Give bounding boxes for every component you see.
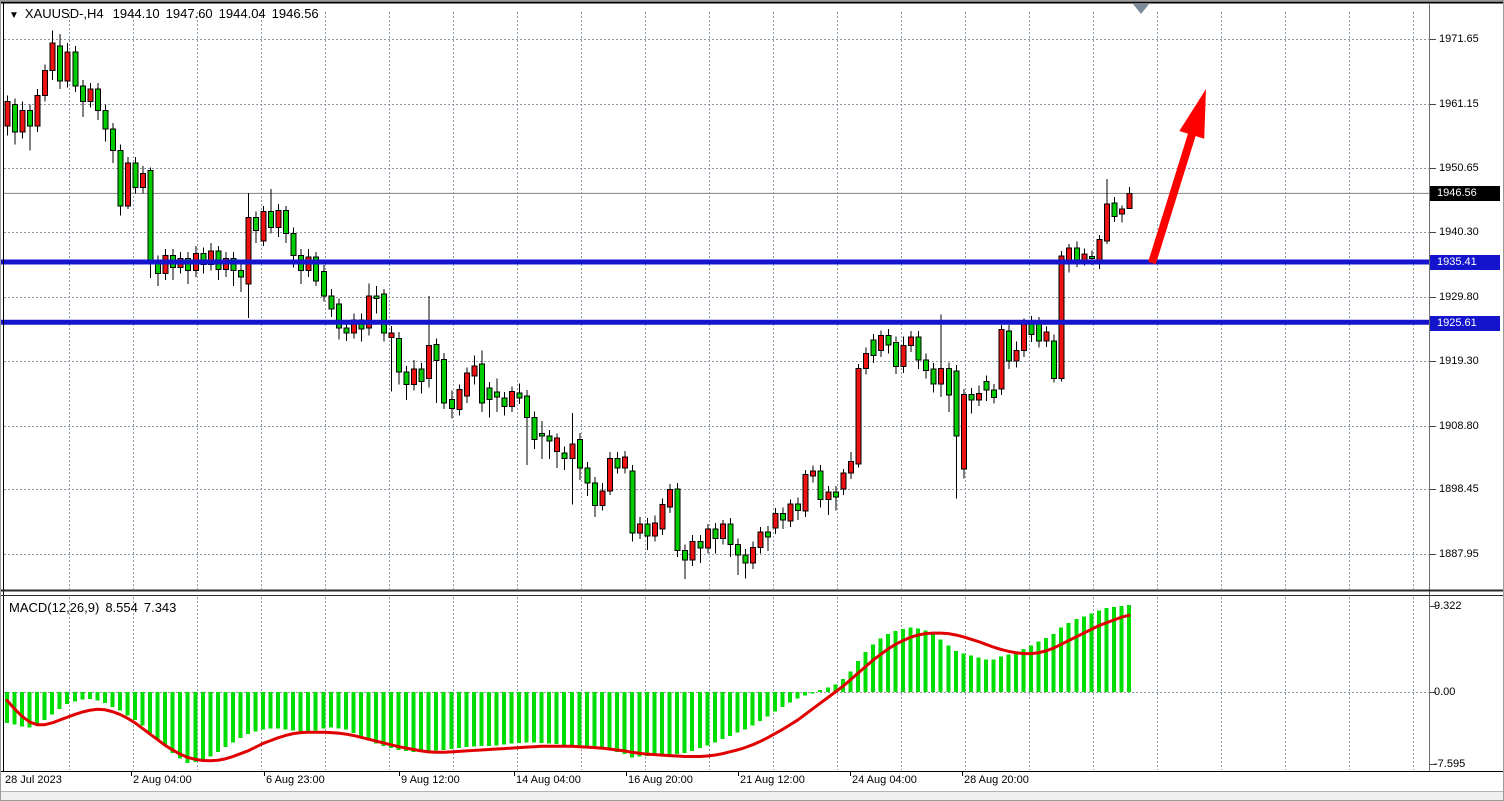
macd-name: MACD(12,26,9)	[9, 600, 99, 615]
time-axis-label: 28 Jul 2023	[5, 774, 62, 786]
hline-price-tag-upper: 1935.41	[1430, 255, 1500, 270]
macd-indicator-label: MACD(12,26,9) 8.554 7.343	[9, 600, 176, 615]
time-axis-label: 16 Aug 20:00	[628, 774, 693, 786]
macd-histogram	[5, 605, 1131, 763]
price-axis-label: 1929.80	[1439, 290, 1479, 304]
price-axis[interactable]: 1946.56 1935.41 1925.61 1971.65 1961.15 19…	[1430, 1, 1504, 771]
ohlc-high: 1947.60	[166, 6, 213, 21]
trend-arrow[interactable]	[1152, 89, 1206, 263]
macd-signal-line	[7, 615, 1129, 760]
grid	[4, 12, 1429, 770]
price-axis-label: 1908.80	[1439, 419, 1479, 433]
time-axis-label: 14 Aug 04:00	[516, 774, 581, 786]
price-axis-label: 1887.95	[1439, 547, 1479, 561]
time-axis-label: 21 Aug 12:00	[740, 774, 805, 786]
chart-title: ▼ XAUUSD-,H4 1944.10 1947.60 1944.04 1946.56	[9, 6, 319, 21]
current-price-tag: 1946.56	[1430, 186, 1500, 201]
price-axis-label: 1950.65	[1439, 161, 1479, 175]
price-axis-label: 1898.45	[1439, 482, 1479, 496]
symbol-period-label: XAUUSD-,H4	[25, 6, 104, 21]
chart-canvas[interactable]	[1, 1, 1504, 801]
time-axis-label: 28 Aug 20:00	[964, 774, 1029, 786]
macd-main-value: 8.554	[105, 600, 138, 615]
candlestick-series	[5, 31, 1132, 579]
chart-window: ▼ XAUUSD-,H4 1944.10 1947.60 1944.04 1946.56 …	[0, 0, 1504, 801]
hline-price-tag-lower: 1925.61	[1430, 316, 1500, 331]
time-axis-label: 24 Aug 04:00	[852, 774, 917, 786]
price-axis-label: 1961.15	[1439, 97, 1479, 111]
window-bottom-strip	[1, 791, 1504, 801]
ohlc-close: 1946.56	[272, 6, 319, 21]
price-axis-label: 1971.65	[1439, 32, 1479, 46]
price-axis-label: 1940.30	[1439, 225, 1479, 239]
chart-frame	[1, 3, 1504, 777]
time-axis-label: 6 Aug 23:00	[266, 774, 325, 786]
price-axis-label: 1919.30	[1439, 354, 1479, 368]
time-axis-label: 9 Aug 12:00	[401, 774, 460, 786]
time-axis[interactable]: 28 Jul 2023 2 Aug 04:00 6 Aug 23:00 9 Aug 1…	[1, 772, 1504, 791]
macd-axis-label: -7.595	[1434, 757, 1465, 771]
macd-axis-label: 9.322	[1434, 599, 1462, 613]
ohlc-open: 1944.10	[113, 6, 160, 21]
macd-axis-label: 0.00	[1434, 685, 1455, 699]
ohlc-low: 1944.04	[219, 6, 266, 21]
collapse-icon[interactable]: ▼	[9, 10, 19, 21]
macd-signal-value: 7.343	[144, 600, 177, 615]
chart-shift-marker[interactable]	[1133, 4, 1149, 14]
time-axis-label: 2 Aug 04:00	[133, 774, 192, 786]
